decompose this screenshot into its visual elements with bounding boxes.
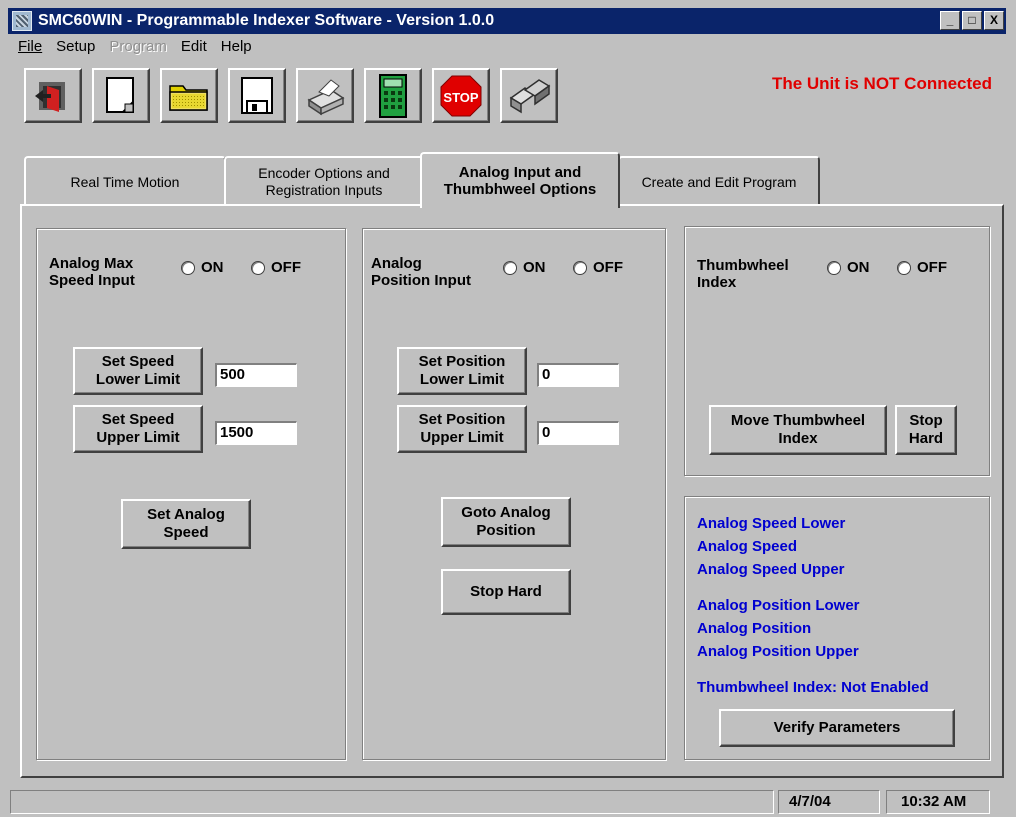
- connect-button[interactable]: [500, 68, 558, 123]
- position-off-radio-circle: [573, 260, 587, 275]
- stop-icon-text: STOP: [443, 90, 478, 105]
- set-speed-upper-limit-button[interactable]: Set Speed Upper Limit: [73, 405, 203, 453]
- thumbwheel-off-radio-circle: [897, 260, 911, 275]
- maximize-button[interactable]: □: [962, 11, 982, 30]
- close-button[interactable]: X: [984, 11, 1004, 30]
- window-controls: _ □ X: [940, 11, 1004, 30]
- thumbwheel-on-label: ON: [847, 259, 870, 276]
- new-file-icon: [106, 76, 134, 113]
- analog-speed-label: Analog Max Speed Input: [49, 255, 135, 289]
- goto-analog-position-button[interactable]: Goto Analog Position: [441, 497, 571, 547]
- speed-off-radio-circle: [251, 260, 265, 275]
- save-button[interactable]: [228, 68, 286, 123]
- open-folder-button[interactable]: [160, 68, 218, 123]
- menu-help[interactable]: Help: [221, 38, 252, 60]
- speed-upper-limit-field[interactable]: 1500: [215, 421, 297, 445]
- tab-analog-input-label: Analog Input and Thumbhweel Options: [443, 164, 597, 198]
- thumbwheel-off-label: OFF: [917, 259, 947, 276]
- info-speed-upper: Analog Speed Upper: [697, 561, 845, 578]
- tab-create-edit-program[interactable]: Create and Edit Program: [618, 156, 820, 206]
- parameters-info-group: Analog Speed Lower Analog Speed Analog S…: [684, 496, 990, 760]
- thumbwheel-on-radio-circle: [827, 260, 841, 275]
- info-speed: Analog Speed: [697, 538, 798, 555]
- minimize-button[interactable]: _: [940, 11, 960, 30]
- stop-icon: STOP: [440, 75, 482, 116]
- status-bar-message: [10, 790, 774, 814]
- position-on-label: ON: [523, 259, 546, 276]
- position-on-radio[interactable]: ON: [503, 259, 546, 276]
- analog-position-label: Analog Position Input: [371, 255, 471, 289]
- analog-position-group: Analog Position Input ON OFF Set Positio…: [362, 228, 666, 760]
- calculator-icon: [379, 73, 407, 118]
- tab-encoder-options[interactable]: Encoder Options and Registration Inputs: [224, 156, 424, 206]
- speed-lower-limit-field[interactable]: 500: [215, 363, 297, 387]
- tab-real-time-motion-label: Real Time Motion: [70, 173, 180, 190]
- tab-real-time-motion[interactable]: Real Time Motion: [24, 156, 226, 206]
- info-position-lower: Analog Position Lower: [697, 597, 860, 614]
- open-folder-icon: [169, 84, 208, 111]
- new-file-button[interactable]: [92, 68, 150, 123]
- verify-parameters-button[interactable]: Verify Parameters: [719, 709, 955, 747]
- toolbar: STOP: [24, 68, 558, 123]
- tab-create-edit-program-label: Create and Edit Program: [641, 173, 797, 190]
- print-button[interactable]: [296, 68, 354, 123]
- thumbwheel-off-radio[interactable]: OFF: [897, 259, 947, 276]
- position-off-label: OFF: [593, 259, 623, 276]
- speed-off-label: OFF: [271, 259, 301, 276]
- position-stop-hard-button[interactable]: Stop Hard: [441, 569, 571, 615]
- tab-encoder-options-label: Encoder Options and Registration Inputs: [258, 165, 390, 198]
- exit-icon: [35, 81, 65, 112]
- menu-edit[interactable]: Edit: [181, 38, 207, 60]
- speed-on-radio-circle: [181, 260, 195, 275]
- exit-button[interactable]: [24, 68, 82, 123]
- menu-bar: File Setup Program Edit Help: [18, 38, 252, 60]
- connection-status: The Unit is NOT Connected: [771, 74, 992, 93]
- speed-on-label: ON: [201, 259, 224, 276]
- connect-icon: [509, 78, 551, 113]
- info-position: Analog Position: [697, 620, 812, 637]
- thumbwheel-group: Thumbwheel Index ON OFF Move Thumbwheel …: [684, 226, 990, 476]
- move-thumbwheel-index-button[interactable]: Move Thumbwheel Index: [709, 405, 887, 455]
- calculator-button[interactable]: [364, 68, 422, 123]
- tab-panel: Analog Max Speed Input ON OFF Set Speed …: [20, 204, 1004, 778]
- position-lower-limit-field[interactable]: 0: [537, 363, 619, 387]
- thumbwheel-stop-hard-button[interactable]: Stop Hard: [895, 405, 957, 455]
- status-bar-time: 10:32 AM: [886, 790, 990, 814]
- app-icon: [12, 11, 32, 31]
- tab-analog-input[interactable]: Analog Input and Thumbhweel Options: [420, 152, 620, 208]
- info-position-upper: Analog Position Upper: [697, 643, 859, 660]
- window-title: SMC60WIN - Programmable Indexer Software…: [38, 12, 495, 29]
- speed-on-radio[interactable]: ON: [181, 259, 224, 276]
- menu-program: Program: [109, 38, 167, 55]
- set-analog-speed-button[interactable]: Set Analog Speed: [121, 499, 251, 549]
- position-upper-limit-field[interactable]: 0: [537, 421, 619, 445]
- set-speed-lower-limit-button[interactable]: Set Speed Lower Limit: [73, 347, 203, 395]
- print-icon: [307, 78, 345, 115]
- position-on-radio-circle: [503, 260, 517, 275]
- speed-off-radio[interactable]: OFF: [251, 259, 301, 276]
- thumbwheel-label: Thumbwheel Index: [697, 257, 789, 291]
- analog-speed-group: Analog Max Speed Input ON OFF Set Speed …: [36, 228, 346, 760]
- set-position-lower-limit-button[interactable]: Set Position Lower Limit: [397, 347, 527, 395]
- info-thumbwheel-status: Thumbwheel Index: Not Enabled: [697, 679, 929, 696]
- position-off-radio[interactable]: OFF: [573, 259, 623, 276]
- set-position-upper-limit-button[interactable]: Set Position Upper Limit: [397, 405, 527, 453]
- status-bar-date: 4/7/04: [778, 790, 880, 814]
- title-bar: SMC60WIN - Programmable Indexer Software…: [8, 8, 1006, 34]
- info-speed-lower: Analog Speed Lower: [697, 515, 846, 532]
- save-disk-icon: [241, 76, 273, 114]
- menu-setup[interactable]: Setup: [56, 38, 95, 60]
- stop-button[interactable]: STOP: [432, 68, 490, 123]
- menu-file[interactable]: File: [18, 38, 42, 60]
- thumbwheel-on-radio[interactable]: ON: [827, 259, 870, 276]
